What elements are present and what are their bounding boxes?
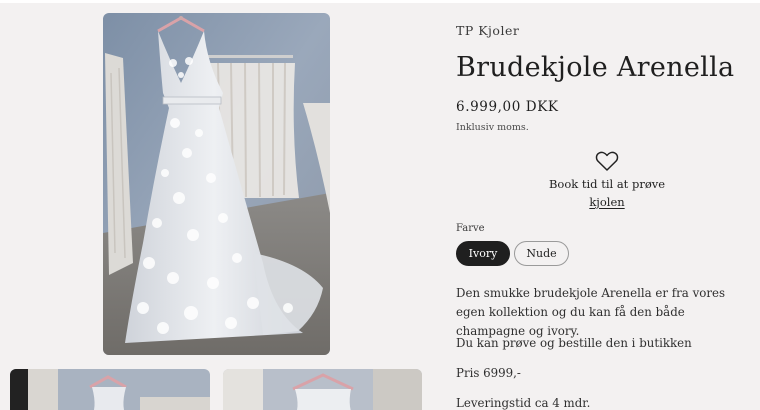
- color-label: Farve: [456, 223, 485, 234]
- book-fitting-text: Book tid til at prøve: [548, 177, 666, 191]
- header-strip: [0, 0, 760, 3]
- heart-icon[interactable]: [595, 150, 619, 172]
- description-delivery: Leveringstid ca 4 mdr.: [456, 396, 591, 410]
- description-paragraph-2: Du kan prøve og bestille den i butikken: [456, 336, 692, 350]
- product-title: Brudekjole Arenella: [456, 52, 735, 83]
- description-price: Pris 6999,-: [456, 366, 521, 380]
- book-fitting-link[interactable]: Book tid til at prøve kjolen: [541, 150, 673, 210]
- color-option-nude[interactable]: Nude: [514, 241, 569, 266]
- description-paragraph-1: Den smukke brudekjole Arenella er fra vo…: [456, 286, 726, 338]
- product-thumbnail-1[interactable]: [10, 369, 210, 410]
- product-main-image[interactable]: [103, 13, 330, 355]
- product-thumbnail-2[interactable]: [223, 369, 422, 410]
- product-vendor: TP Kjoler: [456, 23, 520, 38]
- tax-note: Inklusiv moms.: [456, 122, 529, 133]
- book-fitting-link-text[interactable]: kjolen: [589, 195, 624, 210]
- color-option-ivory[interactable]: Ivory: [456, 241, 510, 266]
- product-price: 6.999,00 DKK: [456, 99, 559, 115]
